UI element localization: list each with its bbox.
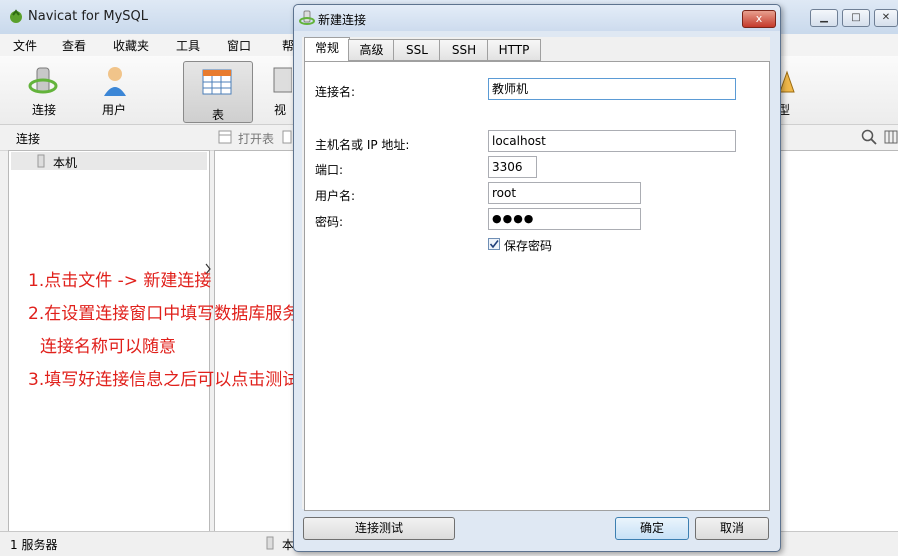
- minimize-button[interactable]: ▁: [810, 9, 838, 27]
- tab-advanced[interactable]: 高级: [348, 39, 395, 61]
- server-icon: [37, 154, 45, 168]
- view-tool-button[interactable]: 视: [262, 62, 292, 122]
- open-table-button[interactable]: 打开表: [238, 130, 274, 147]
- dialog-title: 新建连接: [318, 13, 367, 27]
- tab-general[interactable]: 常规: [304, 37, 350, 61]
- port-label: 端口:: [315, 163, 344, 177]
- tree-item-label: 本机: [53, 156, 78, 170]
- plug-icon: [28, 67, 58, 94]
- connect-tool-button[interactable]: 连接: [24, 62, 64, 122]
- username-input[interactable]: root: [488, 182, 641, 204]
- close-window-button[interactable]: ✕: [874, 9, 898, 27]
- view-icon: [273, 67, 292, 93]
- menu-file[interactable]: 文件: [13, 37, 37, 54]
- menu-favorites[interactable]: 收藏夹: [113, 37, 149, 54]
- checkmark-icon: [489, 240, 499, 249]
- tab-ssl[interactable]: SSL: [393, 39, 441, 61]
- cancel-button[interactable]: 取消: [695, 517, 769, 540]
- search-icon[interactable]: [861, 129, 877, 145]
- connect-label: 连接: [32, 103, 57, 117]
- new-connection-dialog: 新建连接 x 常规 高级 SSL SSH HTTP 连接名: 教师机 主机名或 …: [293, 4, 781, 552]
- dialog-titlebar: 新建连接 x: [294, 5, 780, 31]
- password-label: 密码:: [315, 215, 344, 229]
- dialog-close-button[interactable]: x: [742, 10, 776, 28]
- instruction-note: 连接名称可以随意: [40, 337, 176, 357]
- model-tool-button[interactable]: 型: [778, 62, 808, 122]
- view-label: 视: [274, 103, 287, 117]
- menu-window[interactable]: 窗口: [227, 37, 251, 54]
- open-table-icon: [218, 130, 232, 144]
- password-input[interactable]: ●●●●: [488, 208, 641, 230]
- connection-panel-label: 连接: [16, 132, 41, 146]
- app-title: Navicat for MySQL: [28, 9, 148, 24]
- navicat-logo-icon: [10, 9, 22, 23]
- menu-view[interactable]: 查看: [62, 37, 86, 54]
- conn-name-input[interactable]: 教师机: [488, 78, 736, 100]
- host-input[interactable]: localhost: [488, 130, 736, 152]
- table-label: 表: [212, 108, 225, 122]
- connection-icon: [299, 10, 315, 25]
- design-table-icon: [282, 130, 292, 144]
- save-password-label: 保存密码: [504, 239, 553, 253]
- user-label: 用户: [102, 103, 127, 117]
- username-label: 用户名:: [315, 189, 356, 203]
- user-tool-button[interactable]: 用户: [96, 62, 136, 122]
- test-connection-button[interactable]: 连接测试: [303, 517, 455, 540]
- user-icon: [104, 67, 126, 96]
- host-label: 主机名或 IP 地址:: [315, 138, 410, 152]
- port-input[interactable]: 3306: [488, 156, 537, 178]
- menu-tools[interactable]: 工具: [176, 37, 200, 54]
- server-count: 1 服务器: [10, 538, 58, 552]
- general-tab-page: 连接名: 教师机 主机名或 IP 地址: localhost 端口: 3306 …: [304, 61, 770, 511]
- table-tool-button[interactable]: 表: [183, 61, 253, 123]
- instruction-step-1: 1.点击文件 -> 新建连接: [28, 271, 212, 291]
- ok-button[interactable]: 确定: [615, 517, 689, 540]
- tab-http[interactable]: HTTP: [487, 39, 541, 61]
- status-server-icon: [266, 536, 274, 550]
- conn-name-label: 连接名:: [315, 85, 356, 99]
- dialog-content: 常规 高级 SSL SSH HTTP 连接名: 教师机 主机名或 IP 地址: …: [302, 37, 770, 511]
- grid-view-icon[interactable]: [884, 130, 898, 144]
- tree-item-local[interactable]: 本机: [11, 152, 207, 170]
- save-password-checkbox[interactable]: [488, 238, 500, 250]
- tab-ssh[interactable]: SSH: [439, 39, 489, 61]
- maximize-button[interactable]: □: [842, 9, 870, 27]
- table-icon: [202, 69, 232, 95]
